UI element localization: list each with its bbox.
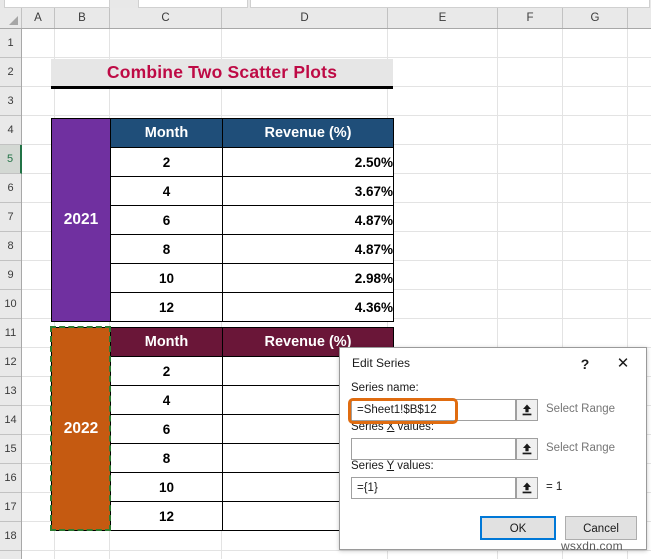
dialog-title: Edit Series [352, 356, 410, 370]
gridline [22, 57, 651, 58]
cell-month[interactable]: 6 [111, 206, 223, 235]
cell-month[interactable]: 4 [111, 177, 223, 206]
watermark: wsxdn.com [561, 539, 623, 553]
gridline [22, 550, 651, 551]
cell-month[interactable]: 8 [111, 235, 223, 264]
row-header-column: 1 2 3 4 5 6 7 8 9 10 11 12 13 14 15 16 1… [0, 29, 22, 559]
series-x-values-input[interactable] [351, 438, 516, 460]
cell-revenue[interactable]: 2.50% [223, 148, 394, 177]
help-icon[interactable]: ? [572, 351, 598, 375]
row-header-16[interactable]: 16 [0, 464, 21, 493]
header-month-2021: Month [111, 119, 223, 148]
row-header-9[interactable]: 9 [0, 261, 21, 290]
cell-revenue[interactable]: 4.36% [223, 293, 394, 322]
cell-revenue[interactable]: 4.87% [223, 235, 394, 264]
close-icon[interactable]: ✕ [610, 351, 636, 375]
cell-revenue[interactable]: 2.98% [223, 264, 394, 293]
page-title: Combine Two Scatter Plots [107, 62, 337, 83]
row-header-8[interactable]: 8 [0, 232, 21, 261]
row-header-17[interactable]: 17 [0, 493, 21, 522]
row-header-3[interactable]: 3 [0, 87, 21, 116]
series-x-select-range-hint: Select Range [546, 442, 615, 454]
ok-button[interactable]: OK [480, 516, 556, 540]
column-header-d[interactable]: D [222, 8, 388, 28]
column-header-a[interactable]: A [22, 8, 55, 28]
series-y-label-suffix: values: [394, 460, 434, 472]
dialog-body: Series name: Select Range Series X value… [340, 379, 646, 549]
cell-month[interactable]: 2 [111, 357, 223, 386]
series-y-collapse-dialog-icon[interactable] [516, 477, 538, 499]
gridline [22, 115, 651, 116]
cell-month[interactable]: 4 [111, 386, 223, 415]
row-header-5[interactable]: 5 [0, 145, 22, 174]
select-all-corner[interactable] [0, 8, 22, 28]
cell-revenue[interactable]: 4.87% [223, 206, 394, 235]
series-y-values-input[interactable] [351, 477, 516, 499]
row-header-6[interactable]: 6 [0, 174, 21, 203]
cell-month[interactable]: 10 [111, 264, 223, 293]
formula-input-sliver [138, 0, 248, 8]
cell-month[interactable]: 6 [111, 415, 223, 444]
series-x-collapse-dialog-icon[interactable] [516, 438, 538, 460]
year-cell-2022[interactable]: 2022 [52, 328, 111, 531]
edit-series-dialog[interactable]: Edit Series ? ✕ Series name: Select Rang… [339, 347, 647, 550]
series-y-label-key: Y [387, 460, 394, 472]
series-y-result: = 1 [546, 481, 562, 493]
series-name-label: Series name: [351, 382, 419, 394]
cell-month[interactable]: 8 [111, 444, 223, 473]
column-header-c[interactable]: C [110, 8, 222, 28]
year-cell-2021[interactable]: 2021 [52, 119, 111, 322]
column-header-b[interactable]: B [55, 8, 110, 28]
header-revenue-2021: Revenue (%) [223, 119, 394, 148]
row-header-15[interactable]: 15 [0, 435, 21, 464]
column-header-f[interactable]: F [498, 8, 563, 28]
series-name-input[interactable] [351, 399, 516, 421]
row-header-18[interactable]: 18 [0, 522, 21, 551]
row-header-7[interactable]: 7 [0, 203, 21, 232]
cell-revenue[interactable]: 3.67% [223, 177, 394, 206]
row-header-10[interactable]: 10 [0, 290, 21, 319]
column-header-row: A B C D E F G [0, 8, 651, 29]
select-all-triangle-icon [9, 16, 18, 25]
cell-month[interactable]: 12 [111, 293, 223, 322]
cell-month[interactable]: 10 [111, 473, 223, 502]
name-box-sliver [4, 0, 110, 8]
row-header-1[interactable]: 1 [0, 29, 21, 58]
row-header-14[interactable]: 14 [0, 406, 21, 435]
table-row: 2021 Month Revenue (%) [52, 119, 394, 148]
series-y-label: Series Y values: [351, 460, 434, 472]
series-y-label-prefix: Series [351, 460, 387, 472]
series-x-label: Series X values: [351, 421, 434, 433]
sheet-title-banner: Combine Two Scatter Plots [51, 59, 393, 89]
row-header-13[interactable]: 13 [0, 377, 21, 406]
cell-month[interactable]: 12 [111, 502, 223, 531]
table-2021: 2021 Month Revenue (%) 2 2.50% 4 3.67% 6… [51, 118, 394, 322]
cell-month[interactable]: 2 [111, 148, 223, 177]
row-header-12[interactable]: 12 [0, 348, 21, 377]
row-header-4[interactable]: 4 [0, 116, 21, 145]
header-month-2022: Month [111, 328, 223, 357]
series-x-label-suffix: values: [394, 421, 434, 433]
column-header-e[interactable]: E [388, 8, 498, 28]
row-header-2[interactable]: 2 [0, 58, 21, 87]
dialog-title-bar: Edit Series ? ✕ [340, 348, 646, 379]
series-x-label-prefix: Series [351, 421, 387, 433]
series-name-select-range-hint: Select Range [546, 403, 615, 415]
formula-extra-sliver [250, 0, 650, 8]
column-header-g[interactable]: G [563, 8, 628, 28]
series-name-collapse-dialog-icon[interactable] [516, 399, 538, 421]
cancel-button[interactable]: Cancel [565, 516, 637, 540]
row-header-11[interactable]: 11 [0, 319, 21, 348]
